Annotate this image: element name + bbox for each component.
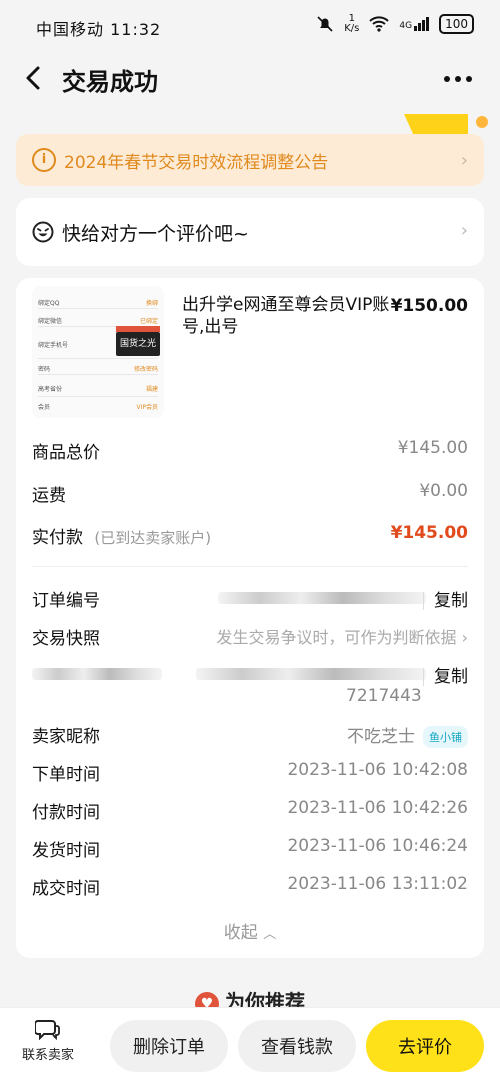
paid-label: 实付款 (已到达卖家账户) xyxy=(32,528,212,548)
status-icons: 1 K/s 4G 100 xyxy=(316,14,474,34)
status-bar: 中国移动 11:32 1 K/s 4G 100 xyxy=(0,0,500,48)
nav-header: 交易成功 xyxy=(0,50,500,110)
battery-icon: 100 xyxy=(439,14,474,34)
page-title: 交易成功 xyxy=(62,68,158,96)
paid-note: (已到达卖家账户) xyxy=(94,529,212,547)
order-time-label: 下单时间 xyxy=(32,765,100,785)
thumb-row-label: 绑定QQ xyxy=(38,300,60,307)
goods-total-label: 商品总价 xyxy=(32,443,100,463)
more-options-icon[interactable] xyxy=(444,76,472,82)
contact-seller-button[interactable]: 联系卖家 xyxy=(16,1018,80,1063)
redacted-value-suffix: 7217443 xyxy=(346,686,422,706)
wifi-icon xyxy=(369,16,390,32)
chevron-right-icon: › xyxy=(460,150,468,171)
chevron-right-icon: › xyxy=(460,220,468,241)
delete-order-button[interactable]: 删除订单 xyxy=(110,1020,228,1072)
chevron-up-icon: ︿ xyxy=(263,927,277,942)
rate-button[interactable]: 去评价 xyxy=(366,1020,484,1072)
thumb-row-label: 绑定手机号 xyxy=(38,342,69,349)
shop-badge: 鱼小铺 xyxy=(423,726,468,748)
shipping-value: ¥0.00 xyxy=(419,481,468,501)
product-thumbnail[interactable]: 绑定QQ 换绑 绑定微信 已绑定 绑定手机号 国货之光 密码 修改密码 高考省份… xyxy=(32,286,164,418)
copy-button[interactable]: 复制 xyxy=(423,662,468,687)
product-price: ¥150.00 xyxy=(390,296,468,316)
back-arrow-icon[interactable] xyxy=(20,64,48,92)
shipping-label: 运费 xyxy=(32,486,66,506)
contact-seller-label: 联系卖家 xyxy=(21,1048,74,1063)
info-icon: i xyxy=(32,148,56,172)
thumb-row-value: 已绑定 xyxy=(139,318,158,325)
thumb-row-value: 福建 xyxy=(145,386,158,393)
divider xyxy=(32,566,468,567)
order-number-redacted xyxy=(218,592,426,604)
snapshot-label: 交易快照 xyxy=(32,629,100,649)
deal-time-value: 2023-11-06 13:11:02 xyxy=(287,874,468,894)
thumb-row-label: 会员 xyxy=(38,404,51,411)
deal-time-label: 成交时间 xyxy=(32,879,100,899)
thumb-row-label: 绑定微信 xyxy=(38,318,63,325)
chevron-right-icon: › xyxy=(461,628,468,647)
order-time-value: 2023-11-06 10:42:08 xyxy=(287,760,468,780)
seller-label: 卖家昵称 xyxy=(32,727,100,747)
thumb-badge: 国货之光 xyxy=(116,332,160,356)
seller-name[interactable]: 不吃芝士 鱼小铺 xyxy=(347,722,468,748)
announcement-banner[interactable]: i 2024年春节交易时效流程调整公告 › xyxy=(16,134,484,186)
goods-total-value: ¥145.00 xyxy=(397,438,468,458)
view-money-button[interactable]: 查看钱款 xyxy=(238,1020,356,1072)
thumb-row-label: 高考省份 xyxy=(38,386,63,393)
signal-icon: 4G xyxy=(399,17,430,31)
chat-bubble-icon xyxy=(35,1020,60,1040)
thumb-row-value: 换绑 xyxy=(145,300,158,307)
thumb-row-label: 密码 xyxy=(38,366,51,373)
copy-order-number-button[interactable]: 复制 xyxy=(423,586,468,611)
shipping-time-value: 2023-11-06 10:46:24 xyxy=(287,836,468,856)
rating-prompt-text: 快给对方一个评价吧~ xyxy=(62,222,249,245)
order-number-label: 订单编号 xyxy=(32,591,100,611)
product-title[interactable]: 出升学e网通至尊会员VIP账号,出号 xyxy=(182,294,402,338)
thumb-row-value: VIP会员 xyxy=(136,404,159,411)
announcement-text: 2024年春节交易时效流程调整公告 xyxy=(64,152,329,173)
net-speed: 1 K/s xyxy=(344,13,360,34)
redacted-label xyxy=(32,668,162,680)
snapshot-hint: 发生交易争议时，可作为判断依据 › xyxy=(216,628,468,647)
redacted-value xyxy=(196,668,426,680)
carrier-time: 中国移动 11:32 xyxy=(36,20,162,39)
payment-time-label: 付款时间 xyxy=(32,803,100,823)
thumb-row-value: 修改密码 xyxy=(133,366,158,373)
mute-bell-icon xyxy=(317,16,333,32)
rating-prompt[interactable]: 快给对方一个评价吧~ › xyxy=(16,198,484,266)
smiley-icon xyxy=(32,221,54,243)
redacted-row: 7217443 复制 xyxy=(32,662,468,708)
order-card: 绑定QQ 换绑 绑定微信 已绑定 绑定手机号 国货之光 密码 修改密码 高考省份… xyxy=(16,278,484,958)
collapse-button[interactable]: 收起 ︿ xyxy=(16,918,484,943)
shipping-time-label: 发货时间 xyxy=(32,841,100,861)
payment-time-value: 2023-11-06 10:42:26 xyxy=(287,798,468,818)
paid-value: ¥145.00 xyxy=(390,523,468,543)
bottom-action-bar: 联系卖家 删除订单 查看钱款 去评价 xyxy=(0,1007,500,1072)
